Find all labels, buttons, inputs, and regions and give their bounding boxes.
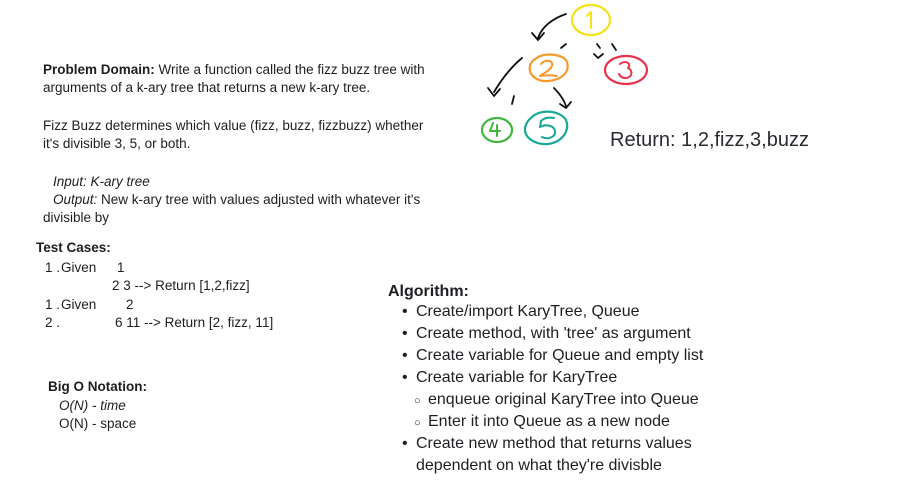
problem-domain-label: Problem Domain: — [43, 62, 155, 77]
edge-1-3-dash-2 — [596, 43, 601, 49]
tree-node-5-circle — [523, 110, 569, 146]
bullet-icon: • — [402, 347, 408, 364]
problem-domain-text: Write a function called the fizz buzz tr… — [154, 62, 425, 77]
test-case-1-root: 1 — [117, 260, 125, 275]
algorithm-substep-1: ○ enqueue original KaryTree into Queue — [414, 389, 699, 412]
tree-node-3-circle — [603, 54, 649, 86]
problem-domain-line1: Problem Domain: Write a function called … — [43, 61, 425, 79]
test-case-2-num: 1 . — [45, 297, 61, 312]
big-o-space: O(N) - space — [59, 416, 137, 431]
algorithm-step-5-text-line2: dependent on what they're divisble — [416, 457, 662, 474]
output-line2: divisible by — [43, 210, 110, 225]
algorithm-substep-2: ○ Enter it into Queue as a new node — [414, 411, 670, 434]
test-case-3-children: 6 11 --> Return [2, fizz, 11] — [115, 315, 274, 330]
bullet-icon: • — [402, 303, 408, 320]
input-text: Input: K-ary tree — [53, 174, 150, 189]
edge-2-4-dash — [511, 95, 515, 105]
bullet-icon: • — [402, 325, 408, 342]
big-o-heading: Big O Notation: — [48, 379, 147, 394]
algorithm-step-1: • Create/import KaryTree, Queue — [402, 301, 640, 323]
fizzbuzz-desc-line2: it's divisible 3, 5, or both. — [43, 136, 191, 151]
tree-node-3-label — [618, 61, 633, 79]
output-text: New k-ary tree with values adjusted with… — [97, 192, 421, 207]
algorithm-step-4-text: Create variable for KaryTree — [416, 369, 618, 386]
tree-node-2-label — [539, 59, 558, 77]
edge-1-3-arrowhead — [593, 53, 604, 59]
edge-2-4-curve — [493, 57, 523, 93]
test-cases-heading: Test Cases: — [36, 240, 111, 255]
edge-1-3-dash — [560, 43, 567, 49]
test-case-1-given: Given — [61, 260, 97, 275]
tree-edges — [487, 13, 617, 109]
bullet-icon: • — [402, 435, 408, 452]
test-case-1-children: 2 3 --> Return [1,2,fizz] — [112, 278, 250, 293]
problem-domain-line2: arguments of a k-ary tree that returns a… — [43, 80, 371, 95]
algorithm-step-5-text-line1: Create new method that returns values — [416, 435, 692, 452]
test-case-2-root: 2 — [126, 297, 134, 312]
test-case-2-given: Given — [61, 297, 97, 312]
fizzbuzz-desc-line1: Fizz Buzz determines which value (fizz, … — [43, 118, 424, 133]
edge-1-3-dash-3 — [611, 43, 617, 51]
algorithm-step-2: • Create method, with 'tree' as argument — [402, 323, 691, 345]
sub-bullet-icon: ○ — [414, 417, 421, 429]
output-line: Output: New k-ary tree with values adjus… — [53, 191, 420, 209]
bullet-icon: • — [402, 369, 408, 386]
tree-node-5-label — [539, 116, 557, 140]
algorithm-step-3: • Create variable for Queue and empty lis… — [402, 345, 703, 367]
tree-node-1-label — [586, 11, 592, 29]
algorithm-step-3-text: Create variable for Queue and empty list — [416, 347, 704, 364]
tree-node-4-label — [489, 122, 501, 137]
algorithm-substep-2-text: Enter it into Queue as a new node — [428, 413, 670, 430]
sub-bullet-icon: ○ — [414, 395, 421, 407]
test-case-3-num: 2 . — [45, 315, 61, 330]
algorithm-substep-1-text: enqueue original KaryTree into Queue — [428, 391, 699, 408]
diagram-return-text: Return: 1,2,fizz,3,buzz — [610, 129, 809, 151]
output-label: Output: — [53, 192, 98, 207]
algorithm-step-4: • Create variable for KaryTree — [402, 367, 617, 389]
algorithm-step-5: • Create new method that returns values — [402, 433, 692, 455]
algorithm-step-1-text: Create/import KaryTree, Queue — [416, 303, 640, 320]
tree-node-2-circle — [528, 53, 569, 83]
algorithm-step-2-text: Create method, with 'tree' as argument — [416, 325, 691, 342]
big-o-time: O(N) - time — [59, 398, 126, 413]
algorithm-heading: Algorithm: — [388, 283, 469, 300]
test-case-1-num: 1 . — [45, 260, 61, 275]
